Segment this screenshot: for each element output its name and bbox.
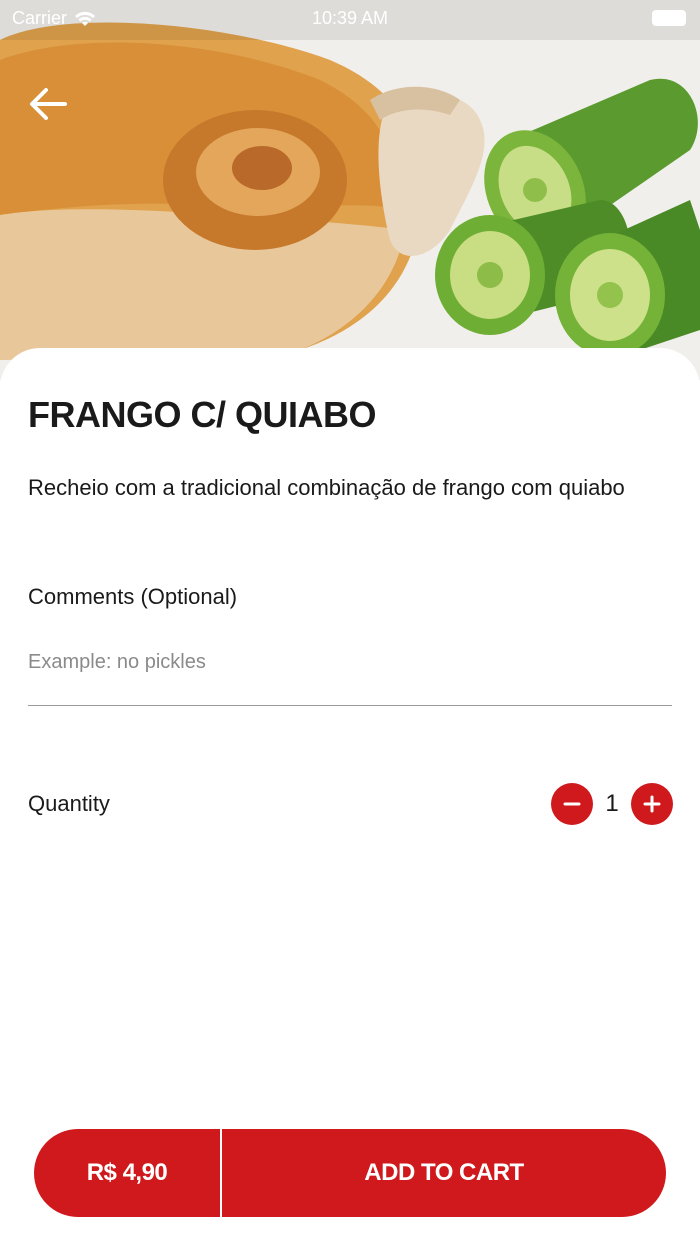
battery-icon — [652, 10, 686, 26]
comments-input[interactable] — [28, 640, 672, 706]
back-arrow-icon — [30, 88, 67, 120]
quantity-value: 1 — [605, 790, 619, 817]
quantity-label: Quantity — [28, 791, 110, 816]
increment-button[interactable] — [631, 783, 673, 825]
cart-bar: R$ 4,90 ADD TO CART — [34, 1129, 666, 1217]
product-illustration — [0, 0, 700, 380]
plus-icon — [643, 795, 661, 813]
comments-label: Comments (Optional) — [28, 584, 238, 609]
product-image — [0, 0, 700, 380]
quantity-stepper: 1 — [551, 782, 673, 826]
minus-icon — [563, 802, 581, 806]
status-time: 10:39 AM — [311, 8, 389, 28]
product-detail-card: FRANGO C/ QUIABO Recheio com a tradicion… — [0, 348, 700, 1244]
decrement-button[interactable] — [551, 783, 593, 825]
product-description: Recheio com a tradicional combinação de … — [28, 475, 625, 500]
price-label: R$ 4,90 — [34, 1129, 222, 1217]
back-button[interactable] — [26, 82, 70, 126]
product-title: FRANGO C/ QUIABO — [28, 394, 377, 435]
add-to-cart-button[interactable]: ADD TO CART — [222, 1129, 666, 1217]
status-bar: Carrier 10:39 AM — [0, 0, 700, 36]
